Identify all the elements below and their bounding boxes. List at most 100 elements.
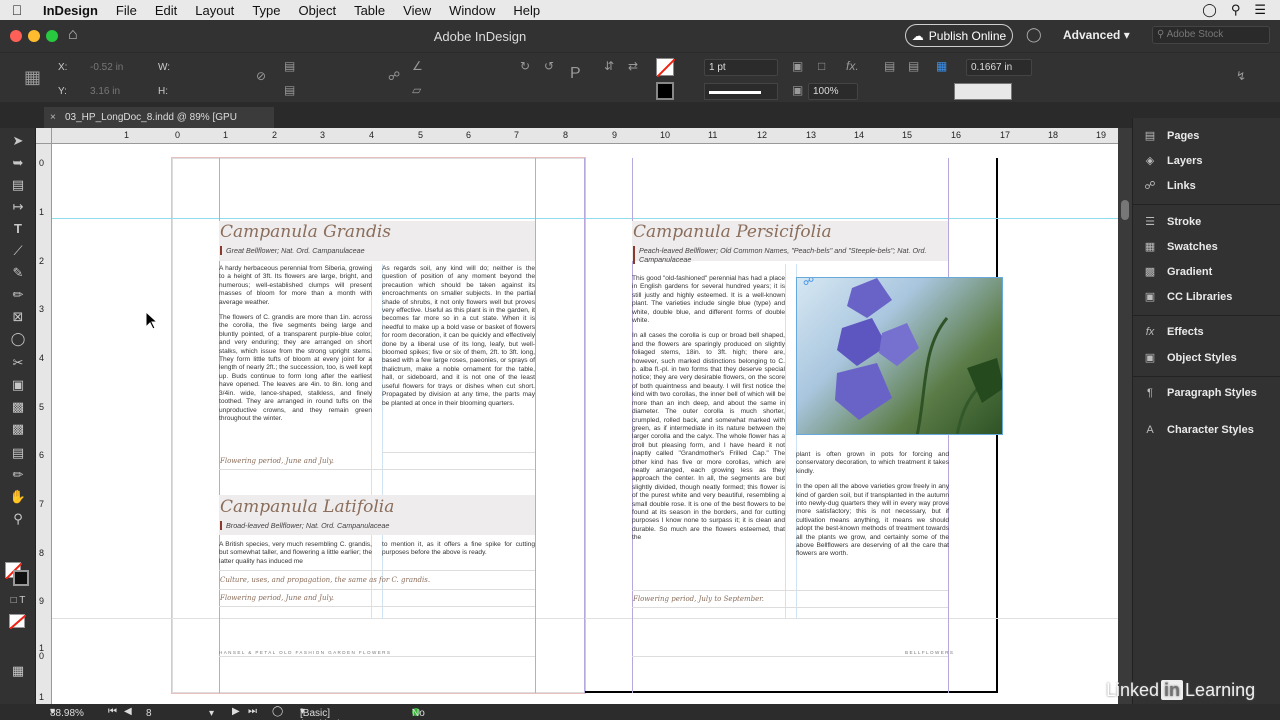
vertical-ruler[interactable]: 0 1 2 3 4 5 6 7 8 9 1 0 1 — [36, 144, 52, 704]
first-page-icon[interactable]: ⏮ — [108, 706, 117, 717]
gutter-field[interactable]: 0.1667 in — [966, 59, 1032, 76]
gradient-swatch-tool-icon[interactable]: ▩ — [9, 398, 27, 416]
link-scale-icon[interactable]: ☍ — [388, 69, 400, 83]
next-page-icon[interactable]: ▶ — [232, 706, 240, 717]
text-wrap-icon[interactable]: ▤ — [884, 59, 895, 73]
panel-links[interactable]: ☍ Links — [1141, 179, 1195, 193]
object-style-select[interactable] — [954, 83, 1012, 100]
panel-stroke[interactable]: ☰ Stroke — [1141, 215, 1201, 229]
text-frame-persicifolia-col1[interactable]: This good "old-fashioned" perennial has … — [632, 275, 785, 550]
panel-effects[interactable]: fx Effects — [1141, 326, 1204, 338]
type-tool-icon[interactable]: T — [9, 220, 27, 238]
last-page-icon[interactable]: ⏭ — [248, 706, 257, 717]
y-field[interactable]: 3.16 in — [90, 86, 120, 97]
pencil-tool-icon[interactable]: ✏ — [9, 286, 27, 304]
close-tab-icon[interactable]: × — [50, 107, 56, 128]
panel-cc-libraries[interactable]: ▣ CC Libraries — [1141, 290, 1233, 304]
menu-window[interactable]: Window — [440, 3, 504, 18]
menu-edit[interactable]: Edit — [146, 3, 186, 18]
page-tool-icon[interactable]: ▤ — [9, 176, 27, 194]
opacity-icon[interactable]: ▣ — [792, 83, 803, 97]
menu-layout[interactable]: Layout — [186, 3, 243, 18]
flip-icon[interactable]: ⇵ — [604, 59, 614, 73]
rotate-ccw-icon[interactable]: ↺ — [544, 59, 554, 73]
screen-mode-icon[interactable]: ▦ — [9, 662, 27, 680]
text-frame-grandis-col2[interactable]: As regards soil, any kind will do; neith… — [382, 265, 535, 415]
pen-tool-icon[interactable]: ✎ — [9, 264, 27, 282]
select-container-icon[interactable]: P — [570, 65, 581, 83]
selection-tool-icon[interactable]: ➤ — [9, 132, 27, 150]
menu-help[interactable]: Help — [504, 3, 549, 18]
running-footer-right[interactable]: BELLFLOWERS — [905, 650, 954, 655]
flowering-period-latifolia[interactable]: Flowering period, June and July. — [220, 594, 334, 602]
x-field[interactable]: -0.52 in — [90, 62, 123, 73]
ruler-origin[interactable] — [36, 128, 52, 144]
document-tab[interactable]: × 03_HP_LongDoc_8.indd @ 89% [GPU Previe… — [44, 107, 274, 144]
menu-file[interactable]: File — [107, 3, 146, 18]
heading-campanula-latifolia[interactable]: Campanula Latifolia — [220, 497, 394, 517]
text-frame-latifolia-col1[interactable]: A British species, very much resembling … — [219, 541, 372, 566]
horizontal-guide[interactable] — [52, 618, 1118, 619]
panel-layers[interactable]: ◈ Layers — [1141, 154, 1203, 168]
bellflower-image-frame[interactable]: ☍ — [796, 277, 1003, 435]
publish-online-button[interactable]: ☁ Publish Online — [905, 24, 1013, 47]
scale-y-icon[interactable]: ▤ — [284, 83, 295, 97]
zoom-level[interactable]: 88.98% ▾ — [50, 706, 84, 719]
workspace-switcher[interactable]: Advanced ▾ — [1063, 28, 1130, 42]
document-canvas[interactable]: Campanula Grandis Great Bellflower; Nat.… — [52, 144, 1118, 704]
subheading-persicifolia[interactable]: Peach-leaved Bellflower; Old Common Name… — [633, 246, 943, 264]
scissors-tool-icon[interactable]: ✂ — [9, 354, 27, 372]
eyedropper-tool-icon[interactable]: ✏ — [9, 466, 27, 484]
quick-apply-icon[interactable]: ↯ — [1236, 69, 1246, 83]
panel-paragraph-styles[interactable]: ¶ Paragraph Styles — [1141, 387, 1257, 399]
text-frame-latifolia-col2[interactable]: to mention it, as it offers a fine spike… — [382, 541, 535, 558]
opacity-field[interactable]: 100% — [808, 83, 858, 100]
panel-gradient[interactable]: ▩ Gradient — [1141, 265, 1212, 279]
creative-cloud-icon[interactable]: ◯ — [1202, 2, 1217, 18]
horizontal-guide[interactable] — [52, 218, 1118, 219]
heading-campanula-grandis[interactable]: Campanula Grandis — [220, 222, 391, 242]
menu-type[interactable]: Type — [243, 3, 289, 18]
prev-page-icon[interactable]: ◀ — [124, 706, 132, 717]
rectangle-frame-tool-icon[interactable]: ⊠ — [9, 308, 27, 326]
fitting-icon[interactable]: ▣ — [792, 59, 803, 73]
control-center-icon[interactable]: ☰ — [1254, 2, 1266, 18]
gradient-feather-tool-icon[interactable]: ▩ — [9, 420, 27, 438]
panel-object-styles[interactable]: ▣ Object Styles — [1141, 351, 1237, 365]
menu-view[interactable]: View — [394, 3, 440, 18]
fill-swatch-none-icon[interactable] — [656, 58, 676, 78]
preflight-status[interactable]: No errors ▾ — [412, 706, 438, 720]
direct-selection-tool-icon[interactable]: ➥ — [9, 154, 27, 172]
working-profile[interactable]: [Basic] (working) ▾ — [300, 706, 341, 720]
note-tool-icon[interactable]: ▤ — [9, 444, 27, 462]
reference-point-icon[interactable]: ▦ — [24, 67, 41, 88]
stroke-color-icon[interactable] — [13, 570, 29, 586]
gutter-icon[interactable]: ▦ — [936, 59, 947, 73]
menu-app-name[interactable]: InDesign — [34, 3, 107, 18]
flowering-period-persicifolia[interactable]: Flowering period, July to September. — [633, 595, 764, 603]
free-transform-tool-icon[interactable]: ▣ — [9, 376, 27, 394]
formatting-affects-container-icon[interactable]: □ T — [9, 592, 27, 610]
preflight-icon[interactable]: ◯ — [272, 706, 283, 717]
apple-icon[interactable]:  — [0, 2, 34, 18]
text-wrap-alt-icon[interactable]: ▤ — [908, 59, 919, 73]
constrain-proportions-icon[interactable]: ⊘ — [256, 69, 266, 83]
running-footer-left[interactable]: HANSEL & PETAL OLD FASHION GARDEN FLOWER… — [219, 650, 391, 655]
subheading-latifolia[interactable]: Broad-leaved Bellflower; Nat. Ord. Campa… — [220, 521, 520, 530]
panel-pages[interactable]: ▤ Pages — [1141, 129, 1200, 143]
rotate-icon[interactable]: ∠ — [412, 59, 423, 73]
menu-object[interactable]: Object — [290, 3, 346, 18]
ellipse-tool-icon[interactable]: ◯ — [9, 330, 27, 348]
zoom-tool-icon[interactable]: ⚲ — [9, 510, 27, 528]
rotate-cw-icon[interactable]: ↻ — [520, 59, 530, 73]
stroke-swatch-icon[interactable] — [656, 82, 674, 100]
horizontal-ruler[interactable]: 1 0 1 2 3 4 5 6 7 8 9 10 11 12 13 14 15 … — [52, 128, 1118, 144]
adobe-stock-search[interactable]: ⚲ Adobe Stock — [1152, 26, 1270, 44]
heading-campanula-persicifolia[interactable]: Campanula Persicifolia — [633, 222, 832, 242]
line-tool-icon[interactable]: ⟋ — [9, 242, 27, 260]
select-next-icon[interactable]: ⇄ — [628, 59, 638, 73]
text-frame-persicifolia-col2[interactable]: plant is often grown in pots for forcing… — [796, 451, 949, 566]
gap-tool-icon[interactable]: ↦ — [9, 198, 27, 216]
spotlight-search-icon[interactable]: ⚲ — [1231, 2, 1241, 18]
vertical-scrollbar[interactable] — [1118, 128, 1132, 704]
